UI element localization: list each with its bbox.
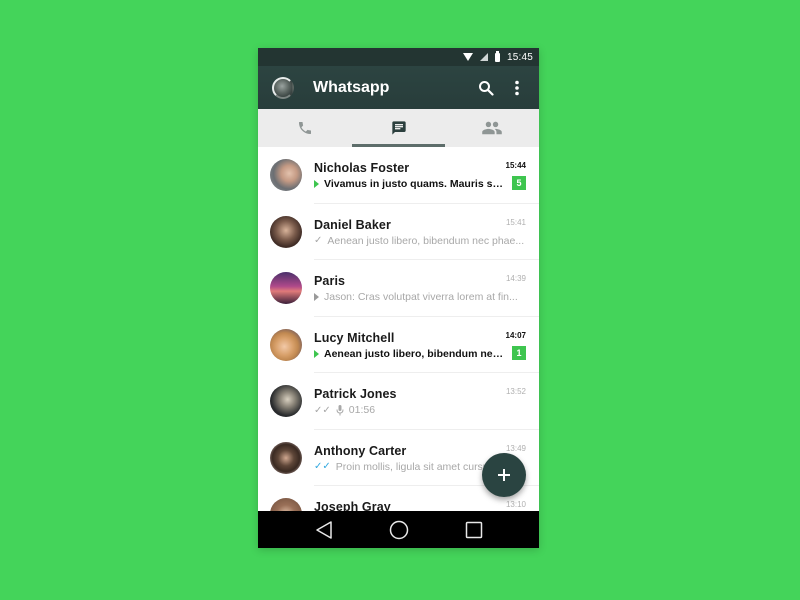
contact-name: Anthony Carter [314,443,407,458]
tab-bar [258,109,539,147]
phone-icon [298,122,311,134]
chat-item[interactable]: Paris 14:39 Jason: Cras volutpat viverra… [258,260,539,317]
add-icon [498,469,510,481]
message-preview: ✓✓ 01:56 [314,404,376,416]
tab-contacts[interactable] [445,109,539,147]
recents-button[interactable] [464,520,484,540]
chat-time: 15:41 [505,217,526,227]
more-vert-icon [515,80,519,95]
chat-time: 14:39 [505,274,526,283]
avatar [270,385,302,418]
status-time: 15:45 [506,51,533,63]
chat-time: 13:49 [505,443,526,453]
microphone-icon [336,404,344,415]
chat-time: 14:07 [505,330,526,340]
chat-time: 15:44 [505,161,526,170]
contact-name: Nicholas Foster [314,161,410,175]
profile-avatar[interactable] [272,76,294,99]
tab-chats[interactable] [351,109,446,147]
chat-item[interactable]: Lucy Mitchell 14:07 Aenean justo libero,… [258,317,539,374]
more-options-button[interactable] [505,76,529,100]
chat-item[interactable]: Patrick Jones 13:52 ✓✓ 01:56 [258,373,539,430]
home-icon [389,520,408,539]
recents-icon [465,521,482,538]
back-button[interactable] [314,520,334,540]
search-button[interactable] [474,76,498,100]
sent-check-icon: ✓ [314,235,323,246]
chat-item[interactable]: Daniel Baker 15:41 ✓ Aenean justo libero… [258,204,539,261]
status-bar: 15:45 [258,48,539,66]
read-check-icon: ✓✓ [314,461,331,472]
new-chat-button[interactable] [482,453,526,497]
avatar [270,328,302,361]
app-bar: Whatsapp [258,66,539,109]
unread-badge: 5 [512,176,526,190]
tab-calls[interactable] [258,109,352,147]
signal-icon [479,53,488,61]
incoming-indicator-icon [314,293,319,301]
avatar [270,215,302,248]
battery-icon [494,50,500,62]
delivered-check-icon: ✓✓ [314,404,331,416]
incoming-indicator-icon [314,349,319,358]
message-preview: ✓ Aenean justo libero, bibendum nec phae… [314,234,525,247]
message-preview: Vivamus in justo quams. Mauris sit... [314,178,505,190]
chat-item[interactable]: Nicholas Foster 15:44 Vivamus in justo q… [258,147,539,204]
app-title: Whatsapp [313,78,390,96]
navigation-bar [258,511,539,548]
wifi-icon [462,53,473,61]
message-preview: Aenean justo libero, bibendum nece... [314,348,505,360]
contact-name: Daniel Baker [314,217,391,232]
incoming-indicator-icon [314,180,319,188]
avatar [270,272,302,305]
contact-name: Lucy Mitchell [314,330,395,345]
message-preview: Jason: Cras volutpat viverra lorem at fi… [314,291,526,303]
back-icon [315,520,332,539]
avatar [270,441,302,474]
contact-name: Patrick Jones [314,387,397,401]
group-icon [482,121,502,135]
search-icon [479,80,494,96]
phone-screen: 15:45 Whatsapp Nicholas Foster 15:44 Viv… [258,48,539,548]
unread-badge: 1 [512,345,526,360]
chat-time: 13:52 [505,387,526,396]
contact-name: Paris [314,274,346,288]
chat-icon [391,121,406,135]
home-button[interactable] [389,520,409,540]
chat-time: 13:10 [505,500,526,509]
avatar [270,159,302,192]
